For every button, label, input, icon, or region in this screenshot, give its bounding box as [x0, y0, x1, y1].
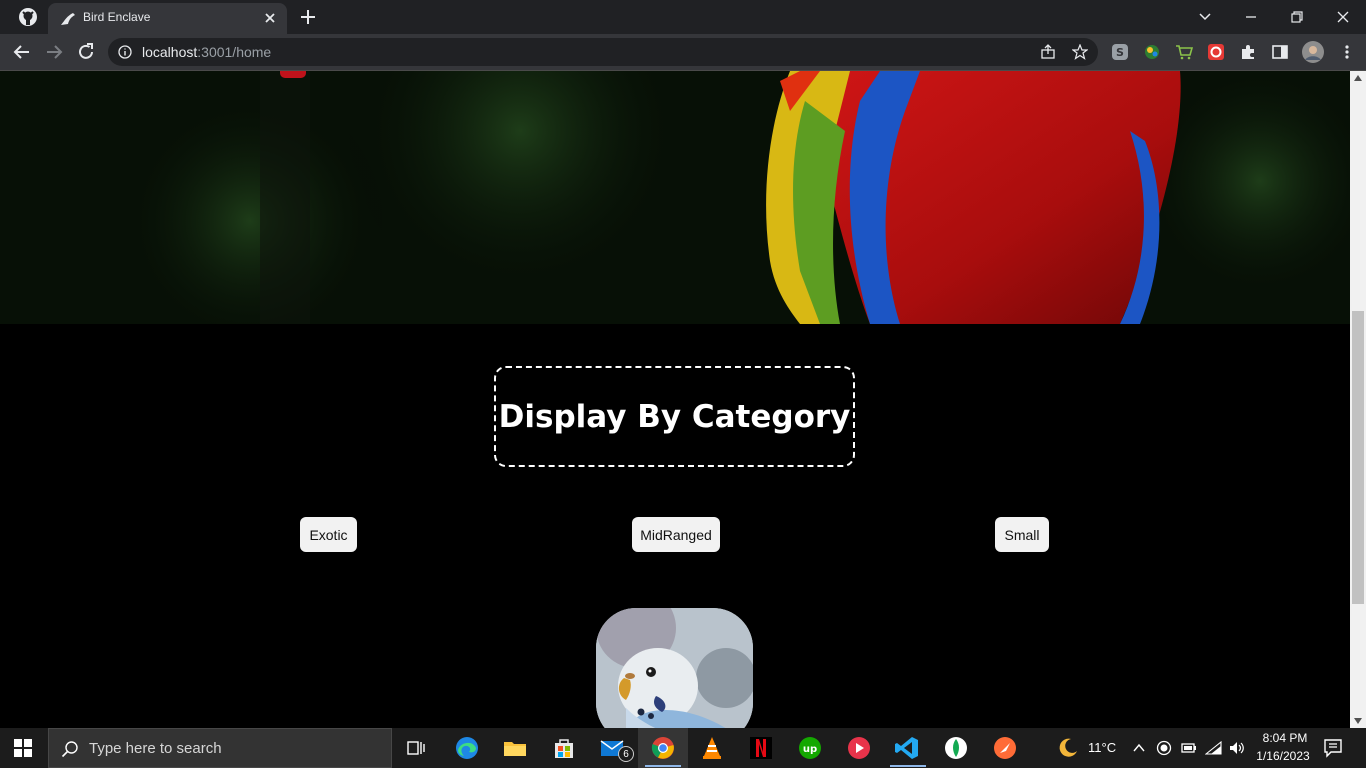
- share-icon[interactable]: [1040, 44, 1056, 60]
- tab-title: Bird Enclave: [83, 10, 151, 24]
- chrome-running-indicator: [645, 765, 681, 767]
- file-explorer-icon[interactable]: [503, 736, 527, 760]
- store-icon[interactable]: [552, 736, 576, 760]
- reload-icon[interactable]: [76, 42, 96, 62]
- scroll-down-icon[interactable]: [1354, 718, 1362, 724]
- weather-moon-icon: [1059, 738, 1077, 757]
- bird-card-image[interactable]: [596, 608, 753, 728]
- category-button-small[interactable]: Small: [995, 517, 1049, 552]
- postman-icon[interactable]: [993, 736, 1017, 760]
- hero-red-tag: [280, 71, 306, 78]
- record-icon[interactable]: [1156, 740, 1172, 756]
- browser-tab-bar: Bird Enclave: [0, 0, 1366, 34]
- page-viewport: Display By Category Exotic MidRanged Sma…: [0, 71, 1350, 728]
- extension-red-icon[interactable]: [1207, 43, 1225, 61]
- star-icon[interactable]: [1072, 44, 1088, 60]
- windows-taskbar: Type here to search 6 up 11°C 8:04 PM 1/…: [0, 728, 1366, 768]
- search-placeholder: Type here to search: [89, 740, 222, 757]
- hero-banner-image: [0, 71, 1350, 324]
- vlc-icon[interactable]: [700, 736, 724, 760]
- chevron-up-icon[interactable]: [1131, 740, 1147, 756]
- extension-cart-icon[interactable]: [1175, 43, 1193, 61]
- mail-unread-badge: 6: [618, 746, 634, 762]
- clock-time[interactable]: 8:04 PM: [1258, 731, 1312, 745]
- parrot-image: [0, 71, 1350, 324]
- search-icon: [61, 741, 78, 758]
- scroll-up-icon[interactable]: [1354, 75, 1362, 81]
- menu-icon[interactable]: [1338, 43, 1356, 61]
- wifi-icon[interactable]: [1205, 740, 1223, 756]
- restore-icon[interactable]: [1286, 6, 1308, 28]
- weather-temperature[interactable]: 11°C: [1088, 740, 1116, 755]
- browser-toolbar: localhost:3001/home S: [0, 34, 1366, 70]
- github-icon[interactable]: [18, 7, 38, 27]
- extension-globe-icon[interactable]: [1143, 43, 1161, 61]
- upwork-icon[interactable]: up: [798, 736, 822, 760]
- netflix-icon[interactable]: [749, 736, 773, 760]
- scroll-thumb[interactable]: [1352, 311, 1364, 604]
- svg-text:up: up: [803, 744, 817, 755]
- url-text: localhost:3001/home: [142, 44, 271, 60]
- puzzle-icon[interactable]: [1239, 43, 1257, 61]
- info-icon[interactable]: [118, 45, 132, 59]
- category-button-midranged[interactable]: MidRanged: [632, 517, 720, 552]
- address-bar[interactable]: localhost:3001/home: [108, 38, 1098, 66]
- close-window-icon[interactable]: [1332, 6, 1354, 28]
- forward-icon[interactable]: [44, 42, 64, 62]
- page-scrollbar[interactable]: [1350, 71, 1366, 728]
- edge-icon[interactable]: [455, 736, 479, 760]
- sidepanel-icon[interactable]: [1271, 43, 1289, 61]
- minimize-icon[interactable]: [1240, 6, 1262, 28]
- battery-icon[interactable]: [1180, 740, 1198, 756]
- windows-start-icon[interactable]: [14, 739, 32, 757]
- close-icon[interactable]: [262, 10, 278, 26]
- vscode-running-indicator: [890, 765, 926, 767]
- plus-icon[interactable]: [299, 8, 317, 26]
- mongodb-icon[interactable]: [944, 736, 968, 760]
- url-path: :3001/home: [197, 44, 272, 60]
- url-host: localhost: [142, 44, 198, 60]
- vscode-icon[interactable]: [895, 736, 919, 760]
- task-view-icon[interactable]: [404, 736, 428, 760]
- category-heading: Display By Category: [498, 398, 851, 435]
- browser-tab-active[interactable]: Bird Enclave: [48, 3, 287, 34]
- extension-skype-icon[interactable]: S: [1111, 43, 1129, 61]
- notification-icon[interactable]: [1323, 738, 1343, 758]
- chrome-icon[interactable]: [651, 736, 675, 760]
- profile-avatar-icon[interactable]: [1302, 41, 1324, 63]
- category-button-exotic[interactable]: Exotic: [300, 517, 357, 552]
- media-player-icon[interactable]: [847, 736, 871, 760]
- clock-date[interactable]: 1/16/2023: [1252, 749, 1314, 763]
- taskbar-search-input[interactable]: Type here to search: [48, 728, 392, 768]
- category-heading-box: Display By Category: [494, 366, 855, 467]
- chevron-down-icon[interactable]: [1194, 6, 1216, 28]
- svg-text:S: S: [1116, 46, 1124, 59]
- bird-favicon-icon: [61, 13, 75, 25]
- budgie-image: [596, 608, 753, 728]
- volume-icon[interactable]: [1228, 740, 1246, 756]
- back-icon[interactable]: [12, 42, 32, 62]
